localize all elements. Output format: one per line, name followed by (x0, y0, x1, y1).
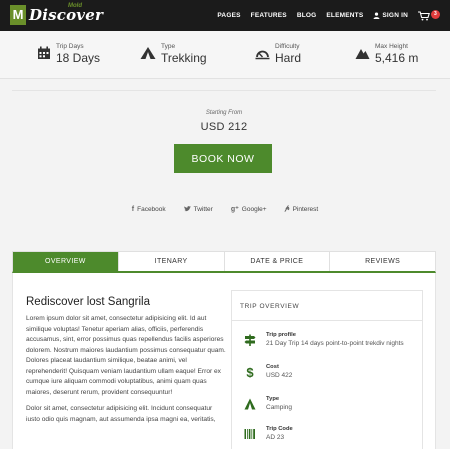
nav-link-features[interactable]: FEATURES (251, 12, 287, 19)
overview-value: AD 23 (266, 434, 285, 441)
stat-label: Trip Days (56, 43, 84, 50)
stat-value: 5,416 m (375, 51, 419, 65)
cart-icon (418, 10, 430, 20)
share-links: f Facebook Twitter g⁺ Google+ 𝓅 Pinterest (0, 205, 450, 213)
stat-label: Type (161, 43, 176, 50)
stat-type: Type Trekking (140, 43, 207, 65)
stat-max-height: Max Height 5,416 m (355, 43, 418, 65)
calendar-icon (38, 46, 50, 59)
tab-reviews[interactable]: REVIEWS (330, 252, 435, 271)
signin-link[interactable]: SIGN IN (373, 12, 408, 19)
share-google[interactable]: g⁺ Google+ (230, 205, 267, 214)
user-icon (373, 12, 380, 19)
difficulty-icon (255, 50, 270, 60)
overview-item-code: Trip Code AD 23 (244, 425, 293, 442)
stat-value: Hard (275, 51, 302, 65)
share-twitter[interactable]: Twitter (183, 205, 213, 213)
logo-mark[interactable]: M (10, 5, 26, 25)
stat-value: 18 Days (56, 51, 101, 65)
overview-item-type: Type Camping (244, 395, 292, 412)
stat-trip-days: Trip Days 18 Days (37, 43, 100, 65)
price-from-label: Starting From (205, 110, 243, 116)
stat-value: Trekking (161, 51, 207, 65)
price-value: USD 212 (200, 121, 248, 133)
signpost-icon (244, 334, 256, 346)
logo-subtitle: Mold (68, 3, 82, 9)
trip-overview-title: TRIP OVERVIEW (232, 291, 422, 321)
barcode-icon (244, 429, 255, 439)
cart-count-badge: 3 (431, 9, 440, 19)
signin-label: SIGN IN (382, 12, 408, 19)
share-google-label: Google+ (241, 205, 267, 213)
overview-label: Trip profile (266, 332, 296, 338)
overview-value: Camping (266, 404, 293, 411)
book-now-button[interactable]: BOOK NOW (174, 144, 272, 173)
logo-name[interactable]: Discover (29, 6, 103, 24)
trip-stats-bar: Trip Days 18 Days Type Trekking Difficul… (0, 31, 450, 79)
tab-itenary[interactable]: ITENARY (119, 252, 225, 271)
twitter-icon (183, 206, 191, 212)
cart-button[interactable]: 3 (418, 9, 440, 21)
share-facebook-label: Facebook (137, 205, 166, 213)
tab-date-price[interactable]: DATE & PRICE (225, 252, 331, 271)
share-twitter-label: Twitter (193, 205, 213, 213)
detail-tabs: OVERVIEW ITENARY DATE & PRICE REVIEWS (12, 251, 436, 273)
price-section: Starting From USD 212 BOOK NOW (12, 90, 436, 182)
dollar-icon: $ (246, 366, 254, 378)
tent-icon (140, 47, 156, 59)
stat-label: Max Height (375, 43, 408, 50)
nav-link-pages[interactable]: PAGES (217, 12, 240, 19)
camping-icon (244, 398, 256, 410)
article-paragraph: Lorem ipsum dolor sit amet, consectetur … (26, 315, 226, 396)
google-plus-icon: g⁺ (230, 206, 239, 213)
share-pinterest[interactable]: 𝓅 Pinterest (285, 205, 319, 213)
overview-label: Cost (266, 364, 279, 370)
tab-content: Rediscover lost Sangrila Lorem ipsum dol… (12, 273, 436, 449)
stat-label: Difficulty (275, 43, 300, 50)
svg-text:$: $ (246, 366, 254, 378)
overview-value: USD 422 (266, 372, 293, 379)
tab-overview[interactable]: OVERVIEW (13, 252, 119, 271)
facebook-icon: f (131, 205, 135, 213)
mountain-icon (355, 49, 370, 59)
nav-menu: PAGES FEATURES BLOG ELEMENTS SIGN IN 3 (217, 0, 440, 31)
pinterest-icon: 𝓅 (284, 205, 290, 212)
overview-item-cost: $ Cost USD 422 (244, 363, 292, 380)
overview-item-profile: Trip profile 21 Day Trip 14 days point-t… (244, 331, 404, 348)
overview-value: 21 Day Trip 14 days point-to-point trekd… (266, 340, 404, 347)
overview-label: Trip Code (266, 426, 293, 432)
overview-article: Rediscover lost Sangrila Lorem ipsum dol… (26, 296, 226, 431)
overview-label: Type (266, 396, 280, 402)
trip-overview-card: TRIP OVERVIEW Trip profile 21 Day Trip 1… (231, 290, 423, 449)
nav-link-elements[interactable]: ELEMENTS (326, 12, 363, 19)
nav-link-blog[interactable]: BLOG (297, 12, 317, 19)
share-facebook[interactable]: f Facebook (132, 205, 166, 213)
share-pinterest-label: Pinterest (292, 205, 319, 213)
top-navbar: M Discover Mold PAGES FEATURES BLOG ELEM… (0, 0, 450, 31)
article-paragraph: Dolor sit amet, consectetur adipisicing … (26, 405, 216, 423)
stat-difficulty: Difficulty Hard (255, 43, 301, 65)
article-title: Rediscover lost Sangrila (26, 296, 151, 308)
